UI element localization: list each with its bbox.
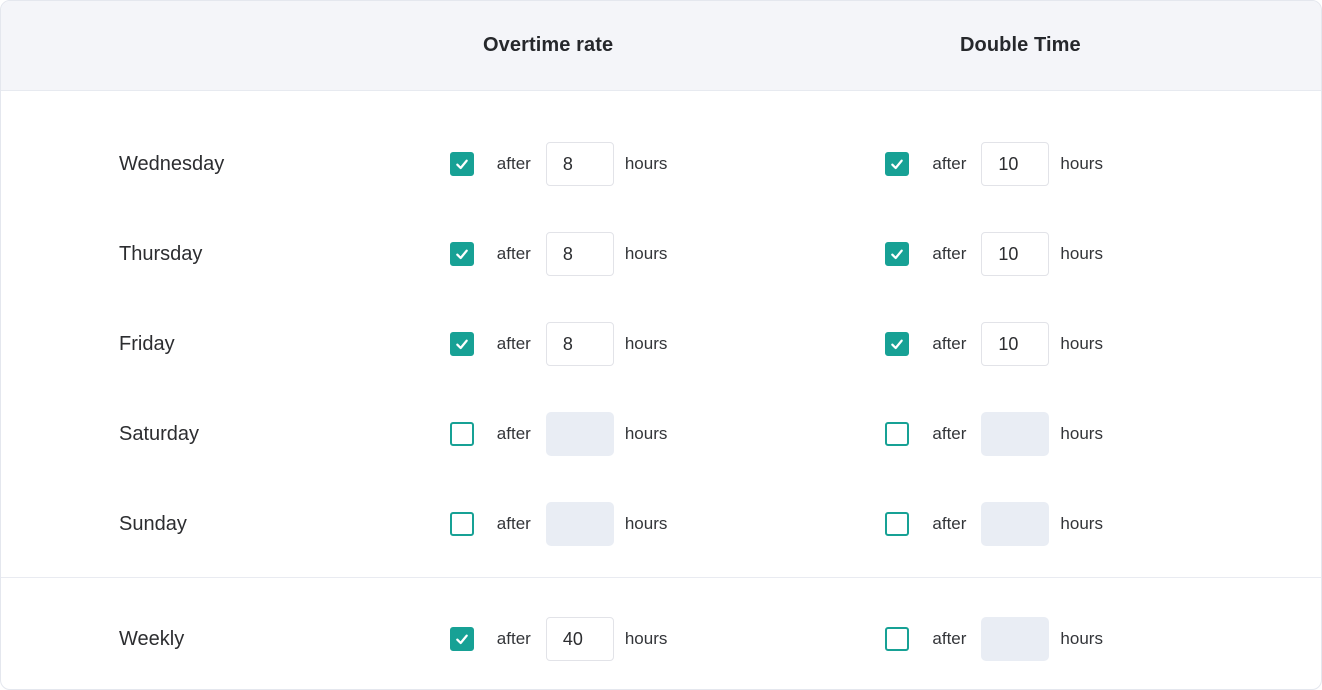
double-time-cell: after hours bbox=[885, 412, 1321, 456]
overtime-checkbox[interactable] bbox=[450, 512, 474, 536]
after-label: after bbox=[932, 334, 966, 354]
after-label: after bbox=[932, 154, 966, 174]
hours-label: hours bbox=[1060, 244, 1103, 264]
table-header: Overtime rate Double Time bbox=[1, 1, 1321, 91]
hours-label: hours bbox=[625, 334, 668, 354]
overtime-hours-input[interactable] bbox=[546, 412, 614, 456]
overtime-hours-input[interactable] bbox=[546, 617, 614, 661]
overtime-checkbox[interactable] bbox=[450, 332, 474, 356]
double-time-checkbox[interactable] bbox=[885, 422, 909, 446]
after-label: after bbox=[497, 244, 531, 264]
after-label: after bbox=[497, 629, 531, 649]
column-header-double-time: Double Time bbox=[960, 1, 1081, 90]
double-time-hours-input[interactable] bbox=[981, 322, 1049, 366]
double-time-cell: after hours bbox=[885, 502, 1321, 546]
hours-label: hours bbox=[625, 154, 668, 174]
day-label: Sunday bbox=[119, 513, 450, 536]
column-header-overtime-rate: Overtime rate bbox=[483, 1, 613, 90]
after-label: after bbox=[497, 334, 531, 354]
double-time-checkbox[interactable] bbox=[885, 627, 909, 651]
hours-label: hours bbox=[1060, 629, 1103, 649]
table-row: Wednesday after hours after hours bbox=[1, 119, 1321, 209]
double-time-cell: after hours bbox=[885, 232, 1321, 276]
overtime-cell: after hours bbox=[450, 142, 886, 186]
table-row: Saturday after hours after hours bbox=[1, 389, 1321, 479]
double-time-checkbox[interactable] bbox=[885, 152, 909, 176]
hours-label: hours bbox=[1060, 154, 1103, 174]
hours-label: hours bbox=[625, 244, 668, 264]
day-label: Saturday bbox=[119, 423, 450, 446]
after-label: after bbox=[932, 514, 966, 534]
double-time-hours-input[interactable] bbox=[981, 142, 1049, 186]
day-label: Wednesday bbox=[119, 153, 450, 176]
overtime-hours-input[interactable] bbox=[546, 502, 614, 546]
hours-label: hours bbox=[1060, 514, 1103, 534]
double-time-hours-input[interactable] bbox=[981, 412, 1049, 456]
day-label: Weekly bbox=[119, 628, 450, 651]
after-label: after bbox=[932, 244, 966, 264]
hours-label: hours bbox=[625, 514, 668, 534]
checkmark-icon bbox=[454, 156, 470, 172]
overtime-checkbox[interactable] bbox=[450, 152, 474, 176]
overtime-hours-input[interactable] bbox=[546, 322, 614, 366]
hours-label: hours bbox=[625, 629, 668, 649]
day-label: Thursday bbox=[119, 243, 450, 266]
double-time-cell: after hours bbox=[885, 142, 1321, 186]
double-time-checkbox[interactable] bbox=[885, 332, 909, 356]
after-label: after bbox=[932, 424, 966, 444]
overtime-cell: after hours bbox=[450, 617, 886, 661]
overtime-checkbox[interactable] bbox=[450, 422, 474, 446]
after-label: after bbox=[497, 514, 531, 534]
table-row: Thursday after hours after hours bbox=[1, 209, 1321, 299]
day-rows: Wednesday after hours after hours Thursd… bbox=[1, 91, 1321, 569]
checkmark-icon bbox=[889, 336, 905, 352]
overtime-checkbox[interactable] bbox=[450, 627, 474, 651]
checkmark-icon bbox=[454, 631, 470, 647]
overtime-cell: after hours bbox=[450, 412, 886, 456]
overtime-cell: after hours bbox=[450, 232, 886, 276]
double-time-cell: after hours bbox=[885, 322, 1321, 366]
double-time-checkbox[interactable] bbox=[885, 242, 909, 266]
weekly-section: Weekly after hours after hours bbox=[1, 578, 1321, 690]
hours-label: hours bbox=[1060, 424, 1103, 444]
hours-label: hours bbox=[625, 424, 668, 444]
table-row: Friday after hours after hours bbox=[1, 299, 1321, 389]
double-time-hours-input[interactable] bbox=[981, 617, 1049, 661]
checkmark-icon bbox=[454, 336, 470, 352]
after-label: after bbox=[497, 424, 531, 444]
hours-label: hours bbox=[1060, 334, 1103, 354]
overtime-cell: after hours bbox=[450, 322, 886, 366]
double-time-cell: after hours bbox=[885, 617, 1321, 661]
after-label: after bbox=[932, 629, 966, 649]
checkmark-icon bbox=[454, 246, 470, 262]
overtime-hours-input[interactable] bbox=[546, 142, 614, 186]
table-row: Weekly after hours after hours bbox=[1, 578, 1321, 690]
day-label: Friday bbox=[119, 333, 450, 356]
double-time-hours-input[interactable] bbox=[981, 502, 1049, 546]
overtime-settings-card: Overtime rate Double Time Wednesday afte… bbox=[0, 0, 1322, 690]
overtime-cell: after hours bbox=[450, 502, 886, 546]
double-time-checkbox[interactable] bbox=[885, 512, 909, 536]
after-label: after bbox=[497, 154, 531, 174]
overtime-hours-input[interactable] bbox=[546, 232, 614, 276]
checkmark-icon bbox=[889, 246, 905, 262]
overtime-checkbox[interactable] bbox=[450, 242, 474, 266]
double-time-hours-input[interactable] bbox=[981, 232, 1049, 276]
table-row: Sunday after hours after hours bbox=[1, 479, 1321, 569]
checkmark-icon bbox=[889, 156, 905, 172]
